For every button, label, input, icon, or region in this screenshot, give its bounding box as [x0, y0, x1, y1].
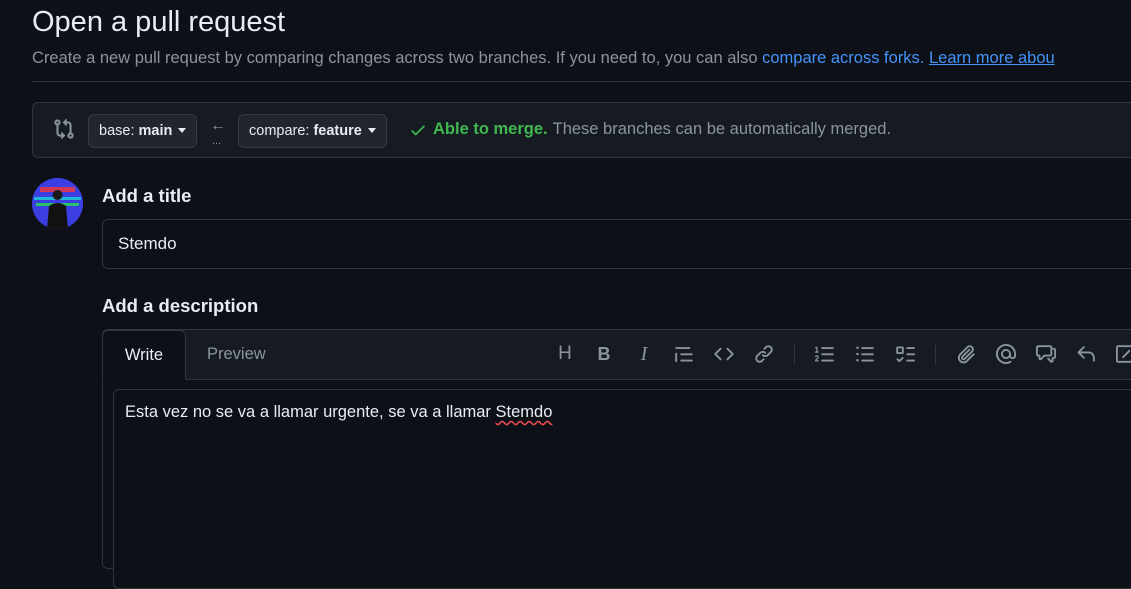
compare-prefix: compare: — [249, 123, 310, 139]
heading-glyph: H — [558, 343, 572, 364]
slash-commands-icon[interactable] — [1115, 343, 1131, 365]
base-branch-name: main — [138, 123, 173, 139]
compare-branch-select[interactable]: compare: feature — [238, 114, 387, 148]
ellipsis-icon: ... — [212, 135, 222, 147]
subtitle-text: Create a new pull request by comparing c… — [32, 49, 763, 67]
cross-reference-icon[interactable] — [1035, 343, 1057, 365]
task-list-icon[interactable] — [894, 343, 916, 365]
triangle-down-icon — [367, 127, 376, 133]
merge-detail-text: These branches can be automatically merg… — [552, 120, 892, 138]
description-label: Add a description — [102, 295, 259, 316]
code-icon[interactable] — [713, 343, 735, 365]
heading-icon[interactable]: H — [554, 343, 576, 365]
merge-status: Able to merge. These branches can be aut… — [409, 120, 891, 139]
unordered-list-icon[interactable] — [854, 343, 876, 365]
quote-icon[interactable] — [673, 343, 695, 365]
base-prefix: base: — [99, 123, 135, 139]
bold-icon[interactable]: B — [593, 343, 615, 365]
base-branch-select[interactable]: base: main — [88, 114, 198, 148]
misspelled-word: Stemdo — [495, 403, 553, 421]
ordered-list-icon[interactable] — [814, 343, 836, 365]
merge-ok-text: Able to merge. — [433, 120, 548, 138]
compare-across-forks-link[interactable]: compare across forks. — [762, 49, 924, 67]
avatar-image — [32, 178, 83, 229]
branch-compare-bar: base: main ← ... compare: feature Able to … — [32, 102, 1131, 158]
link-icon[interactable] — [753, 343, 775, 365]
mention-icon[interactable] — [995, 343, 1017, 365]
header-divider — [32, 81, 1131, 82]
italic-glyph: I — [640, 342, 648, 365]
paperclip-icon[interactable] — [955, 343, 977, 365]
description-text: Esta vez no se va a llamar urgente, se v… — [125, 403, 496, 421]
title-input[interactable] — [102, 219, 1131, 269]
triangle-down-icon — [178, 127, 187, 133]
toolbar-divider — [935, 345, 936, 364]
description-textarea[interactable]: Esta vez no se va a llamar urgente, se v… — [113, 389, 1131, 589]
learn-more-link[interactable]: Learn more abou — [929, 49, 1055, 67]
italic-icon[interactable]: I — [633, 343, 655, 365]
bold-glyph: B — [597, 343, 611, 364]
git-compare-icon — [54, 118, 74, 140]
page-title: Open a pull request — [32, 6, 286, 38]
compare-branch-name: feature — [313, 123, 362, 139]
check-icon — [411, 125, 425, 135]
title-label: Add a title — [102, 185, 192, 206]
description-editor: Write Preview H B I Esta vez no se va a … — [102, 329, 1131, 589]
tab-preview[interactable]: Preview — [187, 330, 286, 379]
reply-icon[interactable] — [1075, 343, 1097, 365]
arrow-left-icon: ← — [210, 117, 226, 134]
toolbar-divider — [794, 345, 795, 364]
avatar[interactable] — [32, 178, 83, 229]
tab-write[interactable]: Write — [102, 330, 186, 380]
page-subtitle: Create a new pull request by comparing c… — [32, 49, 1055, 68]
editor-toolbar: Write Preview H B I — [102, 330, 1131, 380]
